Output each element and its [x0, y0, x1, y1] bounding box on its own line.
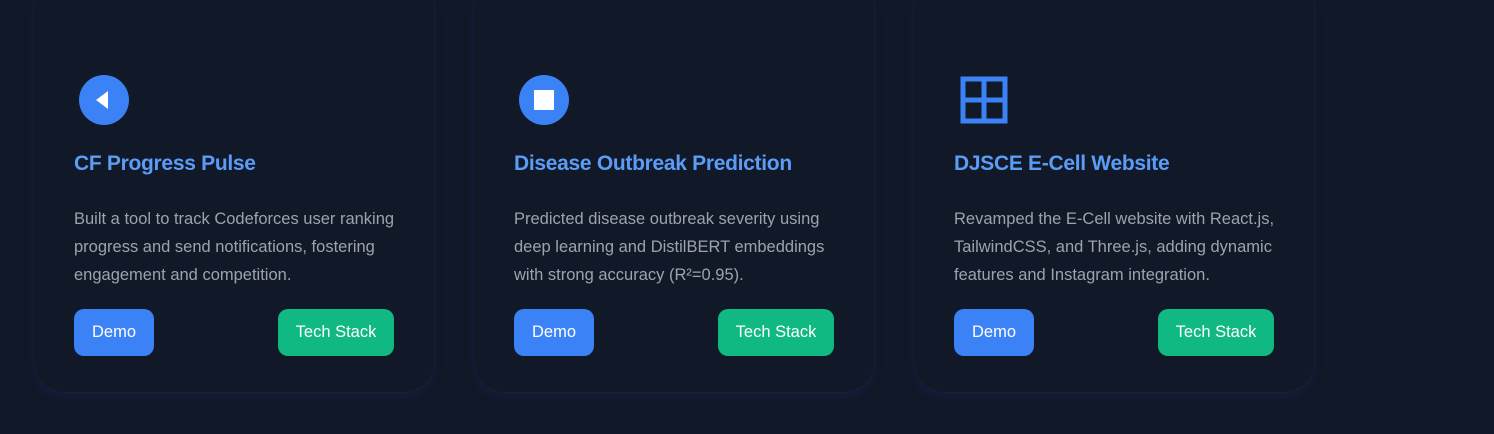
demo-button[interactable]: Demo: [74, 309, 154, 356]
project-title: CF Progress Pulse: [74, 152, 256, 175]
project-description: Built a tool to track Codeforces user ra…: [74, 210, 395, 284]
project-title: Disease Outbreak Prediction: [514, 152, 792, 175]
project-card-djsce-ecell: DJSCE E-Cell Website Revamped the E-Cell…: [914, 0, 1314, 392]
project-description: Predicted disease outbreak severity usin…: [514, 210, 825, 284]
play-reverse-icon: [78, 74, 130, 126]
project-card-disease-outbreak: Disease Outbreak Prediction Predicted di…: [474, 0, 874, 392]
tech-stack-button[interactable]: Tech Stack: [1158, 309, 1274, 356]
projects-section: CF Progress Pulse Built a tool to track …: [0, 0, 1494, 434]
project-description: Revamped the E-Cell website with React.j…: [954, 210, 1275, 284]
project-card-cf-progress-pulse: CF Progress Pulse Built a tool to track …: [34, 0, 434, 392]
demo-button[interactable]: Demo: [954, 309, 1034, 356]
tech-stack-button[interactable]: Tech Stack: [278, 309, 394, 356]
demo-button[interactable]: Demo: [514, 309, 594, 356]
tech-stack-button[interactable]: Tech Stack: [718, 309, 834, 356]
stop-icon: [518, 74, 570, 126]
grid-icon: [958, 74, 1010, 126]
project-title: DJSCE E-Cell Website: [954, 152, 1170, 175]
